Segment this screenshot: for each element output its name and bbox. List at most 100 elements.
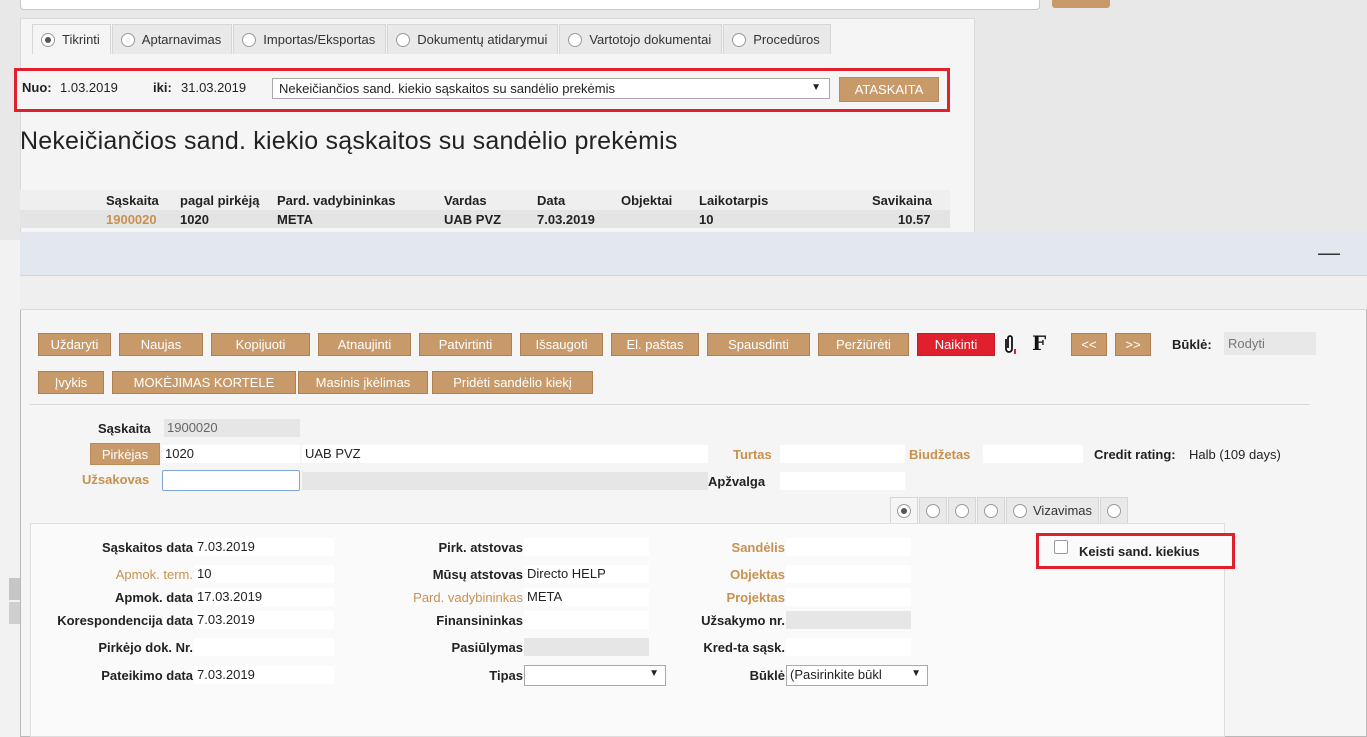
sales-manager-field[interactable]: META: [524, 588, 649, 606]
radio-icon: [926, 503, 940, 518]
copy-button[interactable]: Kopijuoti: [211, 333, 310, 356]
tab-label: Importas/Eksportas: [263, 32, 376, 47]
change-stock-quantity-label: Keisti sand. kiekius: [1079, 544, 1200, 559]
detail-tab[interactable]: [1100, 497, 1129, 523]
our-representative-field[interactable]: Directo HELP: [524, 565, 649, 583]
divider: [30, 404, 1310, 405]
asset-field[interactable]: [780, 445, 905, 463]
tab-vizavimas[interactable]: Vizavimas: [1006, 497, 1100, 523]
refresh-button[interactable]: Atnaujinti: [318, 333, 411, 356]
col-header: pagal pirkėją: [180, 193, 260, 208]
buyer-doc-no-label: Pirkėjo dok. Nr.: [98, 640, 193, 655]
col-header: Vardas: [444, 193, 487, 208]
tab-vartotojo-dokumentai[interactable]: Vartotojo dokumentai: [559, 24, 723, 54]
tab-dokumentu-atidarymui[interactable]: Dokumentų atidarymui: [387, 24, 559, 54]
change-stock-quantity-checkbox[interactable]: [1054, 540, 1068, 554]
report-title: Nekeičiančios sand. kiekio sąskaitos su …: [20, 127, 678, 155]
paperclip-icon[interactable]: [1002, 333, 1016, 355]
print-button[interactable]: Spausdinti: [707, 333, 810, 356]
overview-field[interactable]: [780, 472, 905, 490]
to-date-field[interactable]: 31.03.2019: [181, 80, 246, 95]
col-header: Savikaina: [872, 193, 932, 208]
buyer-doc-no-field[interactable]: [194, 638, 334, 656]
left-edge-handle: [9, 578, 20, 600]
project-field[interactable]: [786, 588, 911, 606]
report-button[interactable]: ATASKAITA: [839, 77, 939, 102]
tab-tikrinti[interactable]: Tikrinti: [32, 24, 111, 54]
object-label[interactable]: Objektas: [730, 567, 785, 582]
delete-button[interactable]: Naikinti: [917, 333, 995, 356]
mass-upload-button[interactable]: Masinis įkėlimas: [298, 371, 428, 394]
orderer-field[interactable]: [162, 470, 300, 491]
card-payment-button[interactable]: MOKĖJIMAS KORTELE: [112, 371, 296, 394]
sales-manager-label[interactable]: Pard. vadybininkas: [413, 590, 523, 605]
buyer-representative-label: Pirk. atstovas: [438, 540, 523, 555]
object-field[interactable]: [786, 565, 911, 583]
type-select[interactable]: ▼: [524, 665, 666, 686]
email-button[interactable]: El. paštas: [611, 333, 699, 356]
project-label[interactable]: Projektas: [726, 590, 785, 605]
invoice-date-field[interactable]: 7.03.2019: [194, 538, 334, 556]
financier-label: Finansininkas: [436, 613, 523, 628]
new-button[interactable]: Naujas: [119, 333, 203, 356]
payment-term-label[interactable]: Apmok. term.: [116, 567, 193, 582]
payment-term-field[interactable]: 10: [194, 565, 334, 583]
correspondence-date-field[interactable]: 7.03.2019: [194, 611, 334, 629]
tab-label: Vartotojo dokumentai: [589, 32, 712, 47]
warehouse-label[interactable]: Sandėlis: [732, 540, 785, 555]
tab-importas-eksportas[interactable]: Importas/Eksportas: [233, 24, 387, 54]
table-cell: 7.03.2019: [537, 212, 595, 227]
report-tabbar: Tikrinti Aptarnavimas Importas/Eksportas…: [32, 24, 832, 54]
budget-field[interactable]: [983, 445, 1083, 463]
add-warehouse-quantity-button[interactable]: Pridėti sandėlio kiekį: [432, 371, 593, 394]
modal-header[interactable]: [20, 232, 1367, 276]
detail-tab[interactable]: [890, 497, 918, 523]
buyer-button[interactable]: Pirkėjas: [90, 443, 160, 465]
warehouse-field[interactable]: [786, 538, 911, 556]
radio-icon: [955, 503, 969, 518]
invoice-date-label: Sąskaitos data: [101, 540, 193, 555]
close-button[interactable]: Uždaryti: [38, 333, 111, 356]
f-icon[interactable]: F: [1032, 331, 1046, 355]
detail-tab[interactable]: [919, 497, 947, 523]
our-representative-label: Mūsų atstovas: [432, 567, 523, 582]
offer-label: Pasiūlymas: [451, 640, 523, 655]
buyer-code-field[interactable]: 1020: [162, 445, 300, 463]
next-button[interactable]: >>: [1115, 333, 1151, 356]
tab-label: Aptarnavimas: [141, 32, 222, 47]
financier-field[interactable]: [524, 611, 649, 629]
event-button[interactable]: Įvykis: [38, 371, 104, 394]
buyer-name-field[interactable]: UAB PVZ: [302, 445, 708, 463]
top-search-field[interactable]: [20, 0, 1040, 10]
detail-tab[interactable]: [977, 497, 1005, 523]
dropdown-arrow-icon: ▼: [811, 82, 821, 93]
tab-aptarnavimas[interactable]: Aptarnavimas: [111, 24, 233, 54]
dropdown-arrow-icon: ▼: [911, 668, 921, 679]
submission-date-field[interactable]: 7.03.2019: [194, 666, 334, 684]
detail-tab[interactable]: [948, 497, 976, 523]
orderer-name-field: [302, 472, 708, 490]
preview-button[interactable]: Peržiūrėti: [818, 333, 909, 356]
credited-invoice-field[interactable]: [786, 638, 911, 656]
correspondence-date-label: Korespondencija data: [57, 613, 193, 628]
asset-label[interactable]: Turtas: [733, 447, 772, 462]
top-search-button[interactable]: [1052, 0, 1110, 8]
save-button[interactable]: Išsaugoti: [520, 333, 603, 356]
state-select[interactable]: (Pasirinkite būkl ▼: [786, 665, 928, 686]
status-value: Rodyti: [1224, 332, 1316, 355]
report-select[interactable]: Nekeičiančios sand. kiekio sąskaitos su …: [272, 78, 830, 99]
tab-label: Dokumentų atidarymui: [417, 32, 548, 47]
confirm-button[interactable]: Patvirtinti: [419, 333, 512, 356]
prev-button[interactable]: <<: [1071, 333, 1107, 356]
radio-icon: [984, 503, 998, 518]
budget-label[interactable]: Biudžetas: [909, 447, 970, 462]
col-header: Pard. vadybininkas: [277, 193, 396, 208]
minimize-icon[interactable]: —: [1318, 242, 1340, 264]
payment-date-field[interactable]: 17.03.2019: [194, 588, 334, 606]
col-header: Data: [537, 193, 566, 208]
invoice-link[interactable]: 1900020: [106, 212, 157, 227]
orderer-label[interactable]: Užsakovas: [82, 472, 149, 487]
from-date-field[interactable]: 1.03.2019: [60, 80, 118, 95]
tab-proceduros[interactable]: Procedūros: [723, 24, 831, 54]
buyer-representative-field[interactable]: [524, 538, 649, 556]
